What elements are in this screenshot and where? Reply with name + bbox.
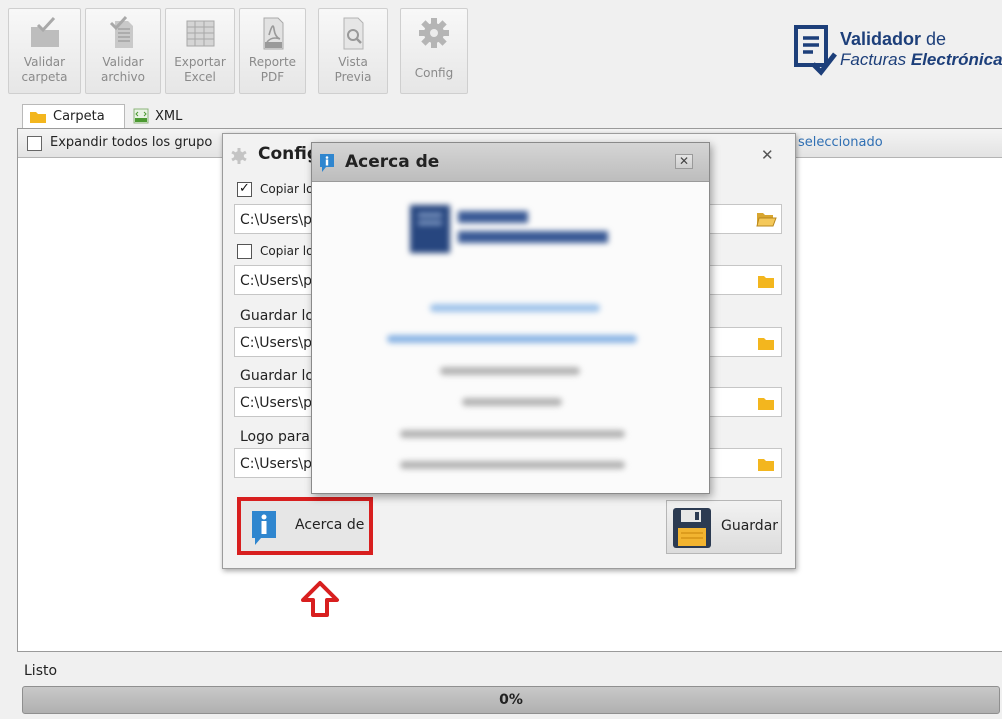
blurred-line	[400, 430, 625, 438]
tab-xml[interactable]: XML	[127, 104, 197, 128]
folder-icon[interactable]	[755, 454, 777, 474]
folder-icon	[30, 111, 46, 123]
pdf-icon	[263, 17, 283, 50]
spreadsheet-icon	[186, 20, 215, 47]
validar-carpeta-button[interactable]: Validar carpeta	[8, 8, 81, 94]
info-icon	[320, 154, 334, 172]
logo-line-2: Facturas Electrónicas	[840, 50, 1002, 70]
exportar-excel-button[interactable]: Exportar Excel	[165, 8, 235, 94]
about-titlebar: Acerca de ✕	[312, 143, 709, 182]
open-folder-icon[interactable]	[755, 209, 777, 229]
tab-carpeta-label: Carpeta	[53, 109, 105, 124]
about-body-blurred	[312, 183, 709, 494]
about-title: Acerca de	[345, 152, 440, 172]
preview-icon	[343, 17, 364, 50]
validar-archivo-button[interactable]: Validar archivo	[85, 8, 161, 94]
folder-icon[interactable]	[755, 271, 777, 291]
copy-checkbox-1[interactable]: ✓	[237, 182, 252, 197]
expand-groups-label: Expandir todos los grupo	[50, 135, 213, 150]
progress-bar: 0%	[22, 686, 1000, 714]
folder-icon[interactable]	[755, 393, 777, 413]
validar-archivo-label: Validar archivo	[100, 55, 145, 84]
copy-label-2: Copiar lo	[260, 244, 314, 258]
red-up-arrow-icon	[301, 581, 339, 617]
about-button[interactable]: Acerca de	[237, 497, 373, 555]
logo-electronicas: Electrónicas	[910, 50, 1002, 69]
tab-xml-label: XML	[155, 108, 183, 124]
vista-previa-button[interactable]: Vista Previa	[318, 8, 388, 94]
about-close-button[interactable]: ✕	[675, 154, 693, 169]
blurred-line	[430, 304, 600, 312]
selected-label: seleccionado	[798, 135, 883, 150]
app-logo: Validador de Facturas Electrónicas	[793, 24, 1002, 80]
status-label: Listo	[24, 663, 58, 679]
blurred-line	[462, 398, 562, 406]
about-button-label: Acerca de	[295, 517, 365, 533]
blurred-line	[400, 461, 625, 469]
document-check-logo-icon	[794, 25, 837, 76]
blurred-line	[387, 335, 637, 343]
logo-line-1: Validador de	[840, 29, 946, 50]
blurred-line	[440, 367, 580, 375]
config-label: Config	[414, 66, 454, 80]
save-label-2: Guardar lo	[240, 368, 314, 384]
save-button-label: Guardar	[721, 518, 779, 534]
logo-brand: Validador	[840, 29, 922, 49]
logo-label: Logo para	[240, 429, 310, 445]
folder-icon[interactable]	[755, 333, 777, 353]
logo-de: de	[926, 29, 947, 49]
gear-icon	[419, 18, 449, 48]
save-button[interactable]: Guardar	[666, 500, 782, 554]
expand-groups-checkbox[interactable]	[27, 136, 42, 151]
save-label-1: Guardar lo	[240, 308, 314, 324]
exportar-excel-label: Exportar Excel	[174, 55, 226, 84]
tab-carpeta[interactable]: Carpeta	[22, 104, 125, 128]
copy-label-1: Copiar lo	[260, 182, 314, 196]
blurred-logo-image	[410, 205, 608, 253]
copy-checkbox-2[interactable]	[237, 244, 252, 259]
config-button[interactable]: Config	[400, 8, 468, 94]
logo-facturas: Facturas	[840, 50, 907, 69]
gear-icon	[231, 148, 247, 164]
validar-carpeta-label: Validar carpeta	[21, 55, 68, 84]
config-title: Config	[258, 144, 320, 164]
reporte-pdf-button[interactable]: Reporte PDF	[239, 8, 306, 94]
config-close-button[interactable]: ✕	[761, 146, 774, 164]
floppy-disk-icon	[673, 508, 711, 548]
xml-icon	[133, 108, 149, 124]
info-icon	[252, 511, 276, 545]
progress-text: 0%	[499, 692, 523, 708]
vista-previa-label: Vista Previa	[334, 55, 372, 84]
file-check-icon	[109, 15, 133, 48]
folder-check-icon	[30, 16, 59, 47]
about-dialog: Acerca de ✕	[311, 142, 710, 494]
reporte-pdf-label: Reporte PDF	[248, 55, 297, 84]
